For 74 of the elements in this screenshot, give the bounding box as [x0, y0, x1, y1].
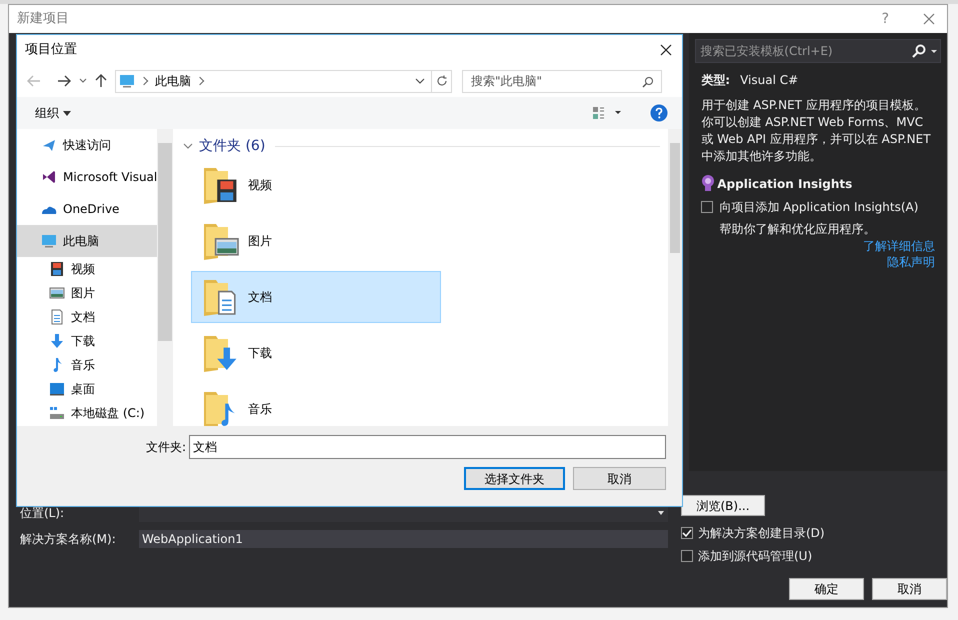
folder-name-field[interactable]: 文档: [189, 435, 666, 459]
lightbulb-icon: [701, 175, 716, 193]
template-description: 用于创建 ASP.NET 应用程序的项目模板。你可以创建 ASP.NET Web Forms、MVC 或 Web API 应用程序，并可以在 ASP.NET 中添加其他许多功能。: [701, 97, 932, 165]
nav-item[interactable]: 文档: [17, 305, 157, 329]
checkbox-label[interactable]: 向项目添加 Application Insights(A): [719, 198, 918, 216]
nav-item[interactable]: 图片: [17, 281, 157, 305]
folder-item[interactable]: 音乐: [191, 383, 441, 426]
organize-menu[interactable]: 组织: [35, 104, 71, 122]
nav-item[interactable]: Microsoft Visual: [17, 161, 157, 193]
scrollbar[interactable]: [157, 129, 173, 426]
refresh-icon[interactable]: [436, 75, 448, 87]
dialog-button[interactable]: 取消: [573, 467, 666, 490]
folder-item[interactable]: 图片: [191, 215, 441, 267]
solution-name-field[interactable]: WebApplication1: [139, 530, 668, 548]
dialog-button[interactable]: 取消: [872, 578, 947, 600]
document-icon: [49, 309, 65, 325]
solution-name-label: 解决方案名称(M):: [20, 531, 117, 548]
down-arrow-icon: [49, 333, 65, 349]
help-icon[interactable]: [650, 104, 668, 122]
template-search-field[interactable]: 搜索已安装模板(Ctrl+E): [695, 39, 941, 63]
checkbox[interactable]: [681, 527, 693, 539]
caret-icon[interactable]: [63, 110, 71, 116]
insights-help-text: 帮助你了解和优化应用程序。: [718, 221, 876, 238]
folder-item[interactable]: 文档: [191, 271, 441, 323]
scrollbar[interactable]: [668, 129, 682, 426]
breadcrumb-item[interactable]: 此电脑: [155, 72, 191, 90]
caret-icon[interactable]: [415, 78, 425, 84]
caret-icon[interactable]: [79, 78, 87, 84]
type-label: 类型:: [701, 72, 730, 89]
type-value: Visual C#: [740, 72, 798, 89]
nav-item[interactable]: OneDrive: [17, 193, 157, 225]
dialog-button[interactable]: 选择文件夹: [464, 467, 565, 490]
folder-item[interactable]: 下载: [191, 327, 441, 379]
folder-item[interactable]: 视频: [191, 159, 441, 211]
nav-item[interactable]: 快速访问: [17, 129, 157, 161]
checkbox[interactable]: [681, 550, 693, 562]
help-button[interactable]: ?: [882, 8, 889, 30]
caret-icon[interactable]: [930, 47, 938, 55]
nav-item[interactable]: 视频: [17, 257, 157, 281]
drive-icon: [49, 405, 65, 421]
monitor-icon: [119, 73, 135, 89]
checkbox-label[interactable]: 添加到源代码管理(U): [698, 547, 812, 565]
nav-item[interactable]: 下载: [17, 329, 157, 353]
desktop-icon: [49, 381, 65, 397]
search-icon[interactable]: [912, 44, 926, 58]
forward-arrow-icon[interactable]: [57, 75, 71, 87]
nav-item[interactable]: 此电脑: [17, 225, 157, 257]
window-title: 项目位置: [25, 41, 78, 60]
checkbox[interactable]: [701, 201, 714, 213]
nav-item[interactable]: 音乐: [17, 353, 157, 377]
ribbon-icon: [41, 169, 57, 185]
chevron-icon[interactable]: [183, 141, 193, 151]
location-label: 位置(L):: [20, 505, 66, 522]
monitor-icon: [41, 233, 57, 249]
film-icon: [49, 261, 65, 277]
checkbox-label[interactable]: 为解决方案创建目录(D): [698, 524, 825, 542]
window-title: 新建项目: [17, 10, 70, 28]
caret-icon[interactable]: [658, 511, 664, 515]
search-icon[interactable]: [642, 76, 654, 88]
browse-button[interactable]: 浏览(B)...: [681, 495, 765, 516]
nav-item[interactable]: 桌面: [17, 377, 157, 401]
close-icon[interactable]: [660, 44, 672, 56]
image-icon: [49, 285, 65, 301]
insights-title: Application Insights: [717, 176, 852, 193]
group-header[interactable]: 文件夹 (6): [199, 136, 266, 156]
nav-item[interactable]: 本地磁盘 (C:): [17, 401, 157, 425]
view-options-icon[interactable]: [592, 106, 622, 120]
address-bar[interactable]: 此电脑: [115, 70, 452, 92]
dialog-button[interactable]: 确定: [789, 578, 864, 600]
folder-search-field[interactable]: 搜索"此电脑": [462, 70, 662, 92]
info-link[interactable]: 隐私声明: [887, 254, 935, 270]
folder-label: 文件夹:: [146, 439, 186, 456]
info-link[interactable]: 了解详细信息: [863, 238, 935, 254]
up-arrow-icon[interactable]: [95, 74, 107, 88]
